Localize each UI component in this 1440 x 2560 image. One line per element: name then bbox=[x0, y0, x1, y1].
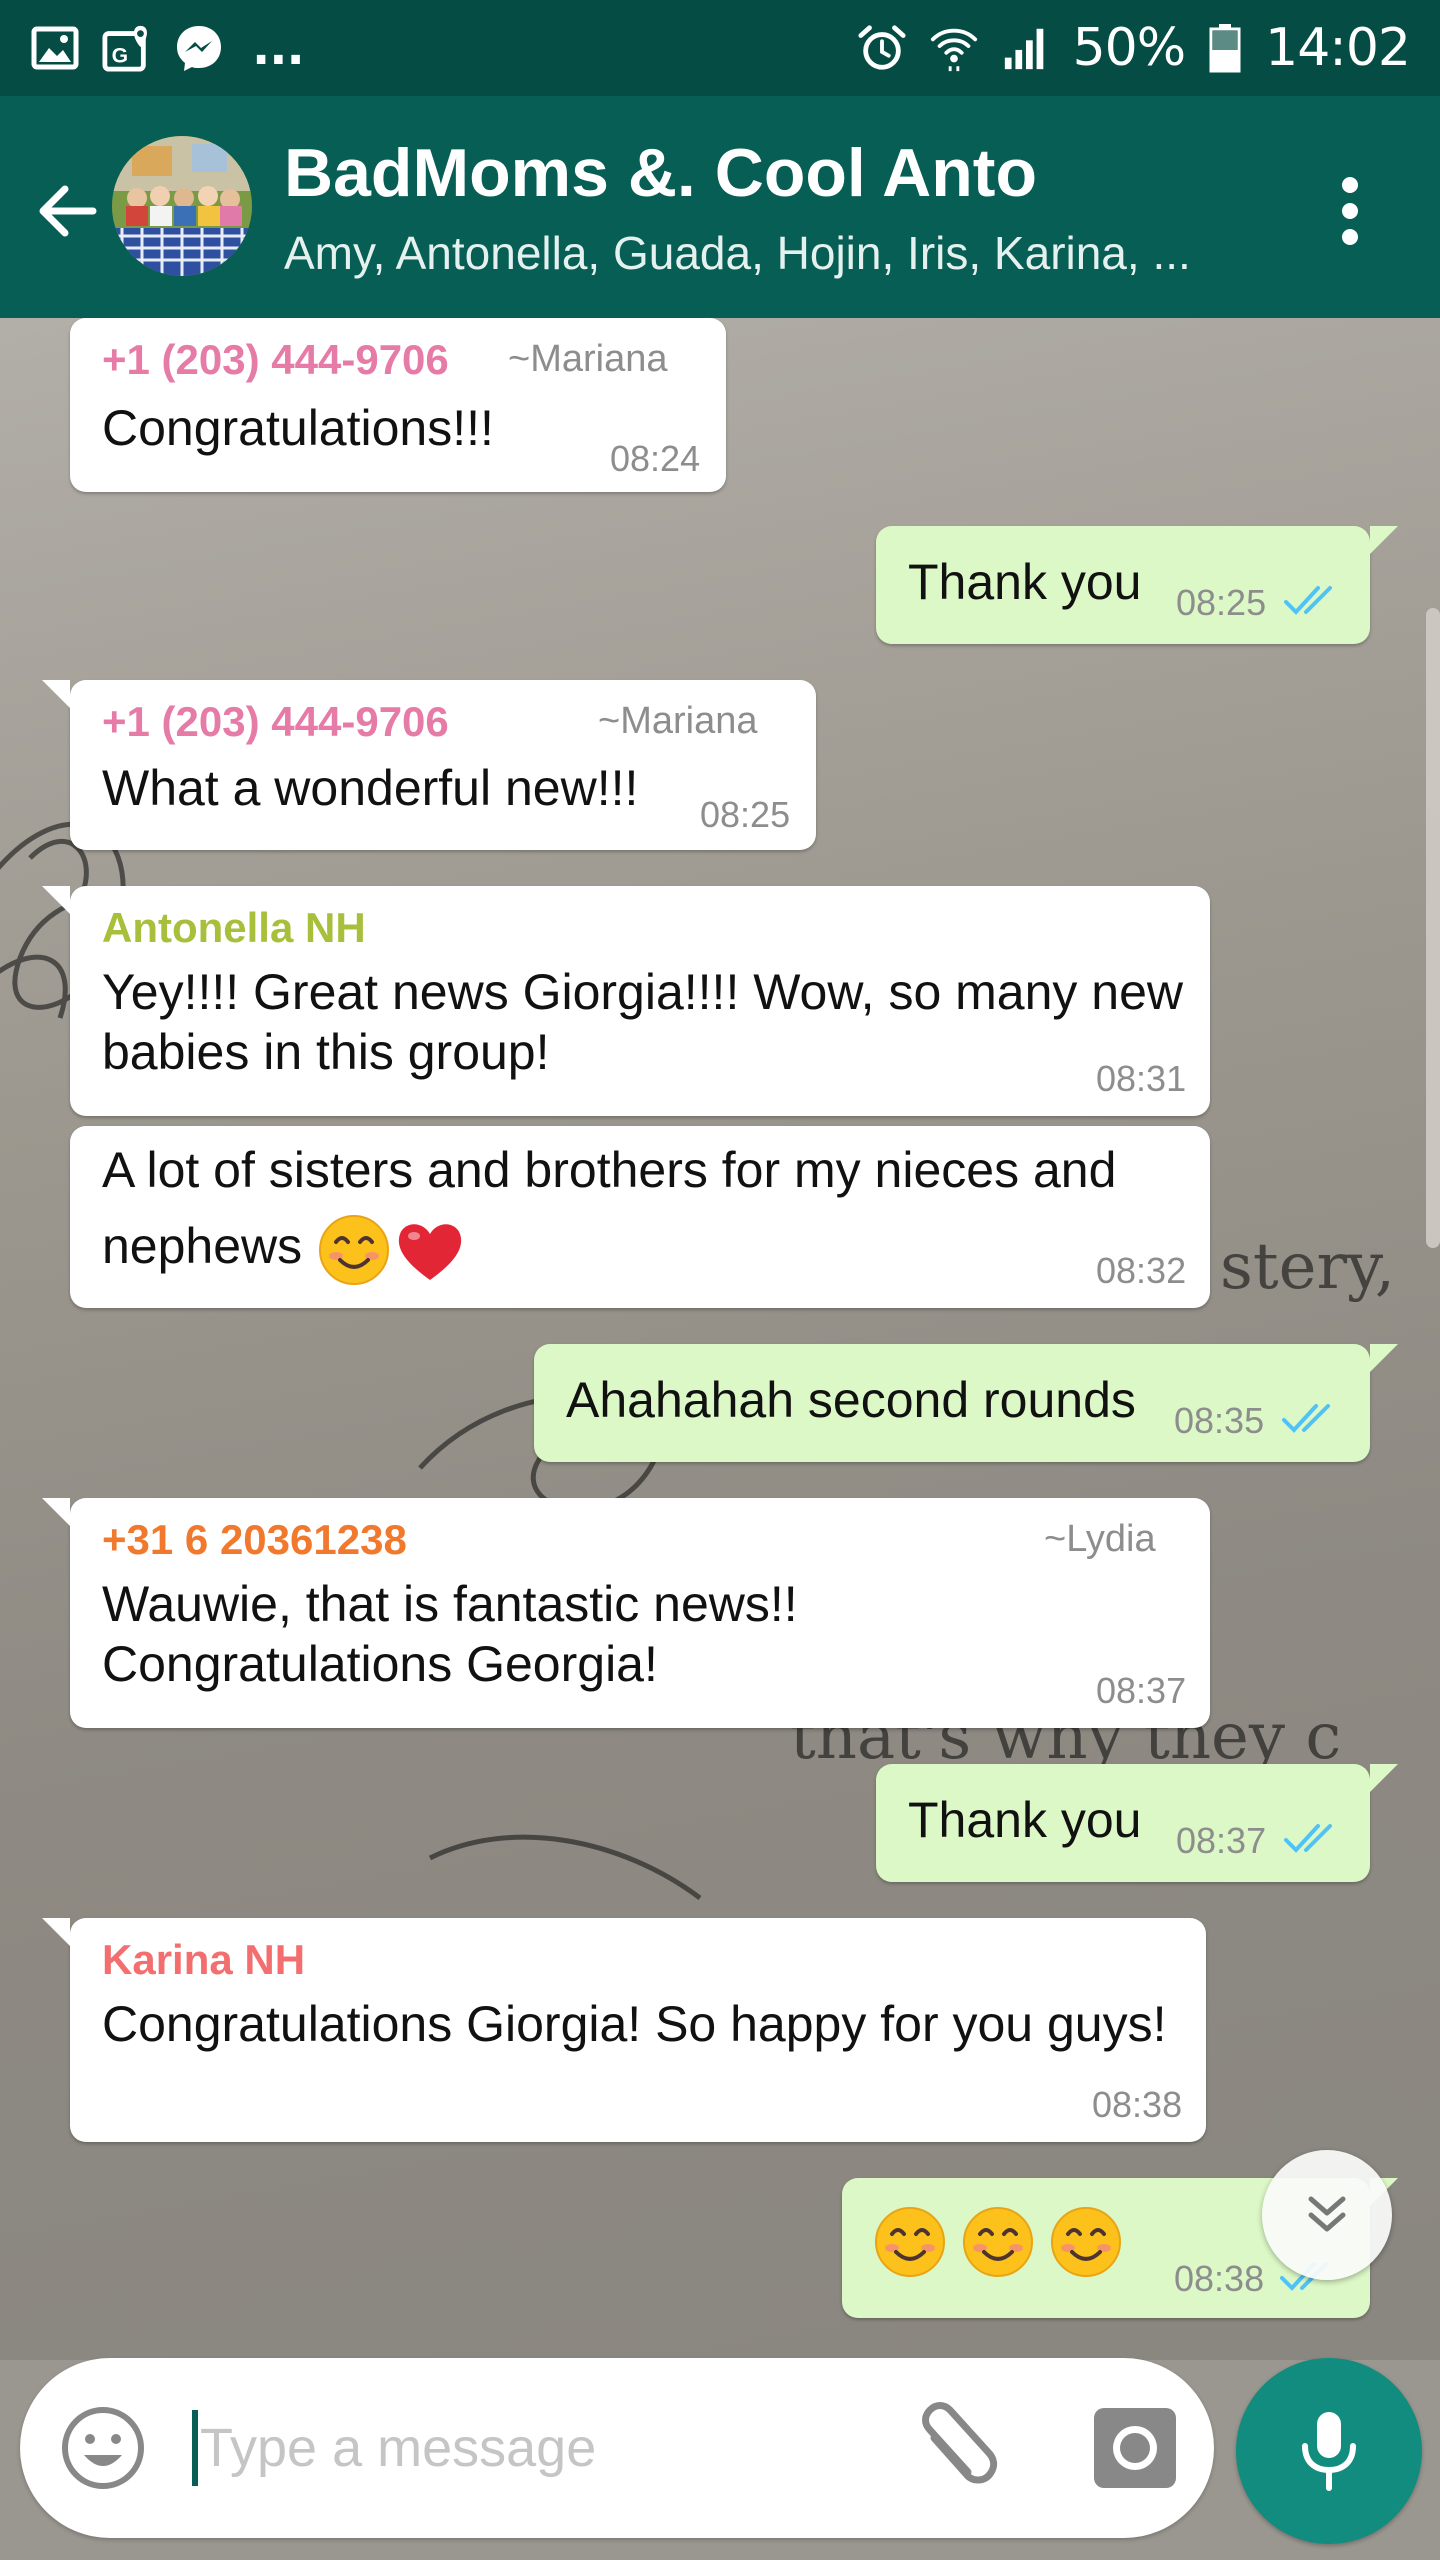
camera-button[interactable] bbox=[1080, 2398, 1190, 2498]
overflow-menu-button[interactable] bbox=[1320, 166, 1380, 256]
status-bar-right: 50% 14:02 bbox=[857, 18, 1411, 78]
message-time: 08:35 bbox=[1174, 1400, 1265, 1441]
read-receipt-icon bbox=[1284, 586, 1332, 615]
notification-overflow: ... bbox=[252, 20, 305, 76]
maps-icon: G bbox=[102, 23, 152, 73]
message-text: Thank you bbox=[908, 1792, 1142, 1848]
message-text: nephews bbox=[102, 1218, 303, 1275]
emoji-button[interactable] bbox=[58, 2403, 148, 2493]
camera-icon bbox=[1094, 2408, 1176, 2488]
read-receipt-icon bbox=[1282, 1404, 1330, 1433]
menu-dot-icon bbox=[1342, 177, 1358, 193]
group-avatar[interactable] bbox=[112, 136, 252, 276]
message-time: 08:37 bbox=[1176, 1820, 1267, 1861]
red-heart-emoji bbox=[398, 1224, 462, 1280]
message-sender-alias: ~Mariana bbox=[508, 338, 668, 380]
message-bubble-incoming[interactable]: Antonella NH Yey!!!! Great news Giorgia!… bbox=[42, 886, 1210, 1116]
smiling-face-emoji bbox=[1051, 2207, 1121, 2277]
message-text: Congratulations Giorgia! So happy for yo… bbox=[102, 1996, 1167, 2052]
chat-area[interactable]: stery, that's why they c +1 (203) 444-97… bbox=[0, 318, 1440, 2360]
message-sender[interactable]: +1 (203) 444-9706 bbox=[102, 336, 449, 384]
attach-button[interactable] bbox=[900, 2398, 1010, 2498]
message-sender-alias: ~Mariana bbox=[598, 700, 758, 742]
battery-icon bbox=[1207, 23, 1243, 73]
message-sender[interactable]: Antonella NH bbox=[102, 904, 366, 952]
gallery-icon bbox=[30, 23, 80, 73]
microphone-icon bbox=[1302, 2412, 1356, 2491]
back-arrow-icon bbox=[39, 185, 97, 237]
message-text-line: Yey!!!! Great news Giorgia!!!! Wow, so m… bbox=[102, 964, 1184, 1020]
message-time: 08:37 bbox=[1096, 1670, 1187, 1711]
message-sender-alias: ~Lydia bbox=[1044, 1518, 1156, 1560]
message-text-line: Wauwie, that is fantastic news!! bbox=[102, 1576, 798, 1632]
alarm-icon bbox=[857, 23, 907, 73]
message-text-line: nephews bbox=[102, 1212, 468, 1288]
message-sender[interactable]: Karina NH bbox=[102, 1936, 305, 1984]
message-text: Congratulations!!! bbox=[102, 400, 494, 456]
message-text-line: babies in this group! bbox=[102, 1024, 550, 1080]
read-receipt-icon bbox=[1284, 1824, 1332, 1853]
menu-dot-icon bbox=[1342, 203, 1358, 219]
message-text-line: Congratulations Georgia! bbox=[102, 1636, 658, 1692]
message-time: 08:25 bbox=[700, 794, 791, 835]
svg-text:stery,: stery, bbox=[1220, 1230, 1395, 1304]
menu-dot-icon bbox=[1342, 229, 1358, 245]
message-text: What a wonderful new!!! bbox=[102, 760, 639, 816]
message-bubble-incoming[interactable]: A lot of sisters and brothers for my nie… bbox=[70, 1126, 1210, 1308]
wifi-icon bbox=[929, 23, 979, 73]
message-sender[interactable]: +31 6 20361238 bbox=[102, 1516, 407, 1564]
group-members[interactable]: Amy, Antonella, Guada, Hojin, Iris, Kari… bbox=[284, 226, 1191, 280]
message-input[interactable] bbox=[200, 2398, 880, 2498]
scroll-to-bottom-button[interactable] bbox=[1262, 2150, 1392, 2280]
signal-icon bbox=[1001, 23, 1051, 73]
message-bubble-incoming[interactable]: Karina NH Congratulations Giorgia! So ha… bbox=[42, 1918, 1206, 2142]
message-bubble-incoming[interactable]: +31 6 20361238 ~Lydia Wauwie, that is fa… bbox=[42, 1498, 1210, 1728]
smiling-face-emoji bbox=[875, 2207, 945, 2277]
group-title[interactable]: BadMoms &. Cool Anto bbox=[284, 134, 1037, 212]
message-bubble-outgoing[interactable]: Thank you 08:25 bbox=[876, 526, 1398, 644]
message-time: 08:38 bbox=[1092, 2084, 1183, 2125]
text-cursor bbox=[192, 2410, 198, 2486]
status-bar-left: G ... bbox=[30, 20, 305, 76]
svg-text:G: G bbox=[112, 44, 128, 67]
message-composer bbox=[20, 2358, 1214, 2538]
message-time: 08:32 bbox=[1096, 1250, 1187, 1291]
smiley-icon bbox=[62, 2407, 144, 2489]
smiling-face-emoji bbox=[963, 2207, 1033, 2277]
message-emojis bbox=[872, 2204, 1124, 2280]
message-bubble-outgoing[interactable]: Ahahahah second rounds 08:35 bbox=[534, 1344, 1398, 1462]
clock: 14:02 bbox=[1265, 18, 1411, 78]
message-time: 08:24 bbox=[610, 438, 701, 479]
message-text: Ahahahah second rounds bbox=[566, 1372, 1136, 1428]
message-sender[interactable]: +1 (203) 444-9706 bbox=[102, 698, 449, 746]
smiling-face-emoji bbox=[319, 1215, 390, 1285]
message-bubble-incoming[interactable]: +1 (203) 444-9706 ~Mariana What a wonder… bbox=[42, 680, 816, 850]
message-time: 08:31 bbox=[1096, 1058, 1187, 1099]
voice-record-button[interactable] bbox=[1236, 2358, 1422, 2544]
back-button[interactable] bbox=[22, 166, 112, 256]
double-chevron-down-icon bbox=[1308, 2196, 1346, 2232]
message-time: 08:38 bbox=[1174, 2258, 1265, 2299]
status-bar: G ... 50% 14:02 bbox=[0, 0, 1440, 96]
message-text: Thank you bbox=[908, 554, 1142, 610]
battery-percentage: 50% bbox=[1072, 18, 1187, 78]
chat-header: BadMoms &. Cool Anto Amy, Antonella, Gua… bbox=[0, 96, 1440, 318]
message-text-line: A lot of sisters and brothers for my nie… bbox=[102, 1142, 1117, 1198]
message-bubble-incoming[interactable]: +1 (203) 444-9706 ~Mariana Congratulatio… bbox=[70, 318, 726, 492]
messenger-icon bbox=[174, 23, 224, 73]
message-bubble-outgoing[interactable]: Thank you 08:37 bbox=[876, 1764, 1398, 1882]
message-time: 08:25 bbox=[1176, 582, 1267, 623]
paperclip-icon bbox=[922, 2402, 998, 2484]
